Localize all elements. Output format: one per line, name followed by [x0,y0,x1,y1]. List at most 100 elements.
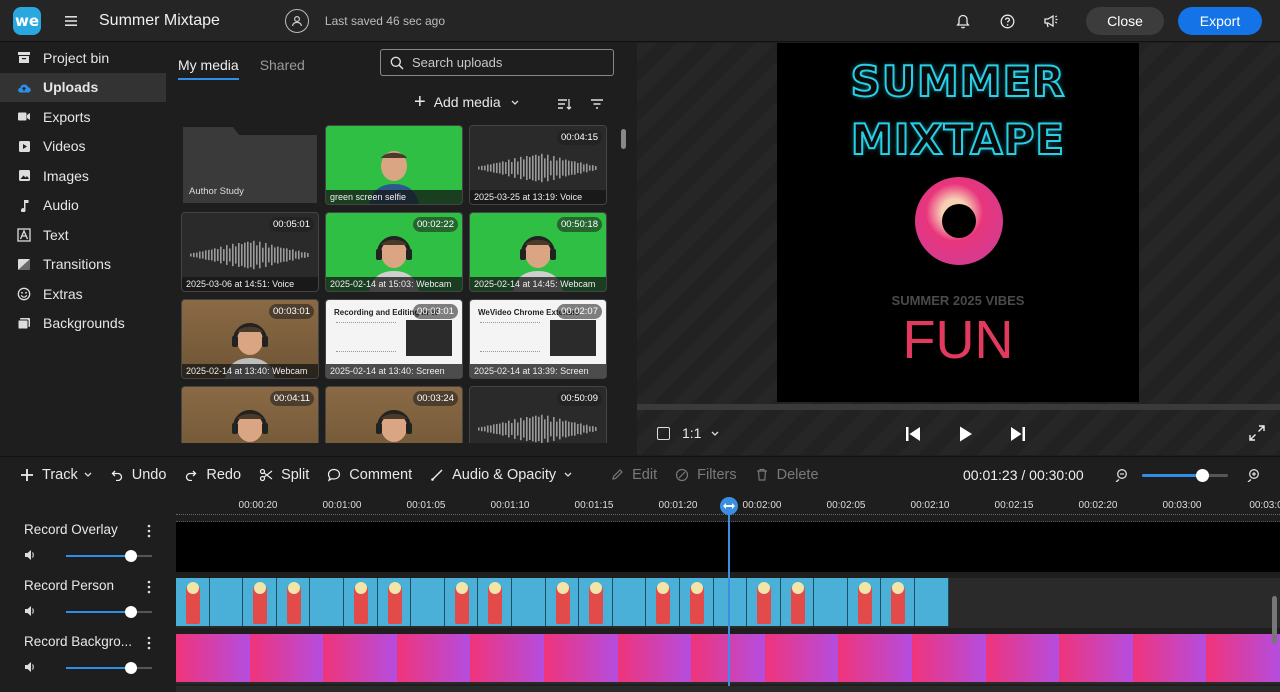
volume-icon[interactable] [24,661,36,673]
media-item[interactable]: 00:03:24 [325,386,463,443]
sidebar-item-extras[interactable]: Extras [0,279,166,309]
audio-opacity-button[interactable]: Audio & Opacity [430,467,556,483]
media-item[interactable]: 00:05:01 2025-03-06 at 14:51: Voice [181,212,319,292]
play-box-icon [17,139,31,153]
folder-item[interactable]: Author Study [181,125,319,205]
timeline-tracks: Record Overlay Record Person Record Backgr… [0,522,1280,692]
sidebar-item-videos[interactable]: Videos [0,132,166,162]
split-button[interactable]: Split [259,467,309,483]
ruler-tick-label: 00:01:10 [490,500,530,511]
track-volume-slider[interactable] [66,662,152,674]
track-name[interactable]: Record Overlay [24,522,118,537]
timeline-horizontal-scrollbar[interactable] [176,686,1280,692]
volume-icon[interactable] [24,549,36,561]
volume-slider-handle[interactable] [124,606,137,618]
sidebar-item-exports[interactable]: Exports [0,102,166,132]
zoom-slider[interactable] [1142,469,1228,482]
audio-opacity-chevron[interactable] [564,472,572,477]
sidebar-item-label: Images [43,167,89,184]
media-item[interactable]: 00:04:15 2025-03-25 at 13:19: Voice [469,125,607,205]
track-volume-slider[interactable] [66,606,152,618]
media-item[interactable]: Recording and Editing in W 00:03:01 2025-0… [325,299,463,379]
search-box[interactable] [380,49,614,76]
sidebar-item-audio[interactable]: Audio [0,191,166,221]
transition-icon [17,257,31,271]
announcement-icon[interactable] [1042,12,1060,30]
cloud-upload-icon [17,80,31,94]
preview-canvas[interactable]: SUMMER MIXTAPE SUMMER 2025 VIBES FUN [777,43,1139,402]
video-clip[interactable] [176,578,949,626]
aspect-ratio-select[interactable]: 1:1 [657,425,719,441]
timeline-vertical-scrollbar[interactable] [1272,596,1277,644]
zoom-out-icon[interactable] [1114,468,1128,482]
media-item[interactable]: 00:50:09 [469,386,607,443]
delete-button[interactable]: Delete [755,467,819,483]
share-user-icon[interactable] [284,8,309,33]
fullscreen-icon[interactable] [1248,424,1266,442]
more-options-icon[interactable] [146,636,152,650]
sidebar-item-project-bin[interactable]: Project bin [0,43,166,73]
wevideo-logo[interactable]: we [13,6,41,35]
volume-slider-handle[interactable] [124,662,137,674]
search-input[interactable] [412,55,592,70]
media-scrollbar[interactable] [621,129,626,149]
sidebar: Project bin Uploads Exports Videos Images Aud… [0,43,166,455]
media-item[interactable]: 00:04:11 [181,386,319,443]
track-name[interactable]: Record Backgro... [24,634,132,649]
track-volume-slider[interactable] [66,550,152,562]
filters-button[interactable]: Filters [675,467,737,483]
aspect-ratio-value: 1:1 [682,425,702,441]
sort-icon[interactable] [556,96,572,112]
tab-my-media[interactable]: My media [178,57,239,80]
undo-button[interactable]: Undo [110,467,166,483]
tab-shared[interactable]: Shared [260,57,305,80]
skip-back-icon[interactable] [903,424,923,444]
zoom-slider-handle[interactable] [1196,469,1210,482]
duration-badge: 00:05:01 [269,217,314,232]
project-title[interactable]: Summer Mixtape [99,12,220,30]
media-item[interactable]: WeVideo Chrome Extensio 00:02:07 2025-02-1… [469,299,607,379]
sidebar-item-backgrounds[interactable]: Backgrounds [0,309,166,339]
vibes-text: SUMMER 2025 VIBES [891,293,1025,308]
skip-forward-icon[interactable] [1008,424,1028,444]
volume-slider-handle[interactable] [124,550,137,562]
sidebar-item-transitions[interactable]: Transitions [0,250,166,280]
sidebar-item-label: Videos [43,138,86,155]
filter-icon[interactable] [589,96,605,112]
track-name[interactable]: Record Person [24,578,114,593]
play-icon[interactable] [955,424,975,444]
bell-icon[interactable] [954,12,972,30]
media-caption: 2025-02-14 at 13:40: Webcam [182,364,318,378]
add-media-button[interactable]: + Add media [414,92,519,112]
track-menu-chevron[interactable] [84,472,92,477]
media-item[interactable]: 00:50:18 2025-02-14 at 14:45: Webcam [469,212,607,292]
redo-icon [184,468,198,482]
comment-button[interactable]: Comment [327,467,412,483]
more-options-icon[interactable] [146,580,152,594]
export-button[interactable]: Export [1178,7,1262,35]
playhead-handle[interactable] [720,497,738,515]
redo-button[interactable]: Redo [184,467,241,483]
sidebar-item-images[interactable]: Images [0,161,166,191]
sidebar-item-label: Uploads [43,79,99,96]
chevron-down-icon [84,472,92,477]
more-options-icon[interactable] [146,524,152,538]
add-track-button[interactable]: Track [20,467,78,483]
text-box-icon [17,228,31,242]
sidebar-item-uploads[interactable]: Uploads [0,72,166,102]
music-note-icon [17,198,31,212]
edit-button[interactable]: Edit [610,467,657,483]
media-item[interactable]: green screen selfie [325,125,463,205]
media-item[interactable]: 00:03:01 2025-02-14 at 13:40: Webcam [181,299,319,379]
menu-icon[interactable] [65,15,77,26]
comment-icon [327,468,341,482]
smiley-icon [17,287,31,301]
zoom-in-icon[interactable] [1246,468,1260,482]
duration-badge: 00:03:01 [413,304,458,319]
preview-scrubber[interactable] [637,404,1280,410]
sidebar-item-text[interactable]: Text [0,220,166,250]
close-button[interactable]: Close [1086,7,1164,35]
media-item[interactable]: 00:02:22 2025-02-14 at 15:03: Webcam [325,212,463,292]
help-icon[interactable] [998,12,1016,30]
volume-icon[interactable] [24,605,36,617]
